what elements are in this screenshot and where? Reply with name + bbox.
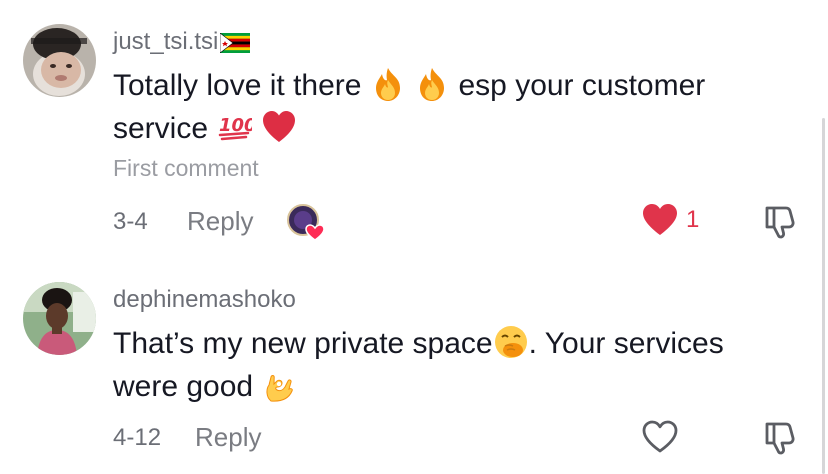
comment-username[interactable]: dephinemashoko: [113, 286, 296, 314]
heart-icon[interactable]: [642, 203, 678, 237]
heart-icon[interactable]: [642, 420, 678, 454]
comment-text-part: service: [113, 112, 209, 145]
comment-username[interactable]: just_tsi.tsi: [113, 28, 251, 56]
fire-icon: [370, 66, 406, 102]
like-control[interactable]: 1: [642, 203, 699, 237]
username-text[interactable]: just_tsi.tsi: [113, 28, 218, 56]
comment-date: 3-4: [113, 208, 148, 235]
avatar-dephinemashoko[interactable]: [23, 282, 96, 355]
face-with-hand-over-mouth-icon: [493, 324, 529, 360]
comment-text: That’s my new private space . Your servi…: [113, 322, 793, 408]
red-heart-icon: [261, 109, 297, 145]
reply-button[interactable]: Reply: [195, 422, 261, 453]
comment-2: dephinemashoko That’s my new private spa…: [0, 262, 828, 474]
like-count: 1: [686, 206, 700, 233]
reply-button[interactable]: Reply: [187, 206, 253, 237]
comment-text: Totally love it there esp your customer …: [113, 64, 793, 150]
ok-hand-icon: [261, 367, 297, 403]
comment-text-part: were good: [113, 370, 254, 403]
avatar-just-tsi-tsi[interactable]: [23, 24, 96, 97]
comment-date: 4-12: [113, 424, 162, 451]
dislike-icon[interactable]: [762, 204, 798, 240]
scrollbar[interactable]: [822, 118, 825, 474]
hundred-points-icon: 100: [216, 109, 257, 145]
comment-text-part: That’s my new private space: [113, 327, 493, 360]
creator-liked-badge-icon: [287, 204, 325, 242]
comment-1: just_tsi.tsi Totally love it there esp y…: [0, 0, 828, 260]
comment-text-part: . Your services: [528, 327, 724, 360]
zimbabwe-flag-icon: [220, 32, 251, 54]
comment-text-part: esp your customer: [458, 69, 706, 102]
first-comment-label: First comment: [113, 155, 259, 181]
username-text[interactable]: dephinemashoko: [113, 286, 296, 314]
like-control[interactable]: [642, 420, 678, 454]
fire-icon: [414, 66, 450, 102]
dislike-icon[interactable]: [762, 420, 798, 456]
comment-text-part: Totally love it there: [113, 69, 362, 102]
